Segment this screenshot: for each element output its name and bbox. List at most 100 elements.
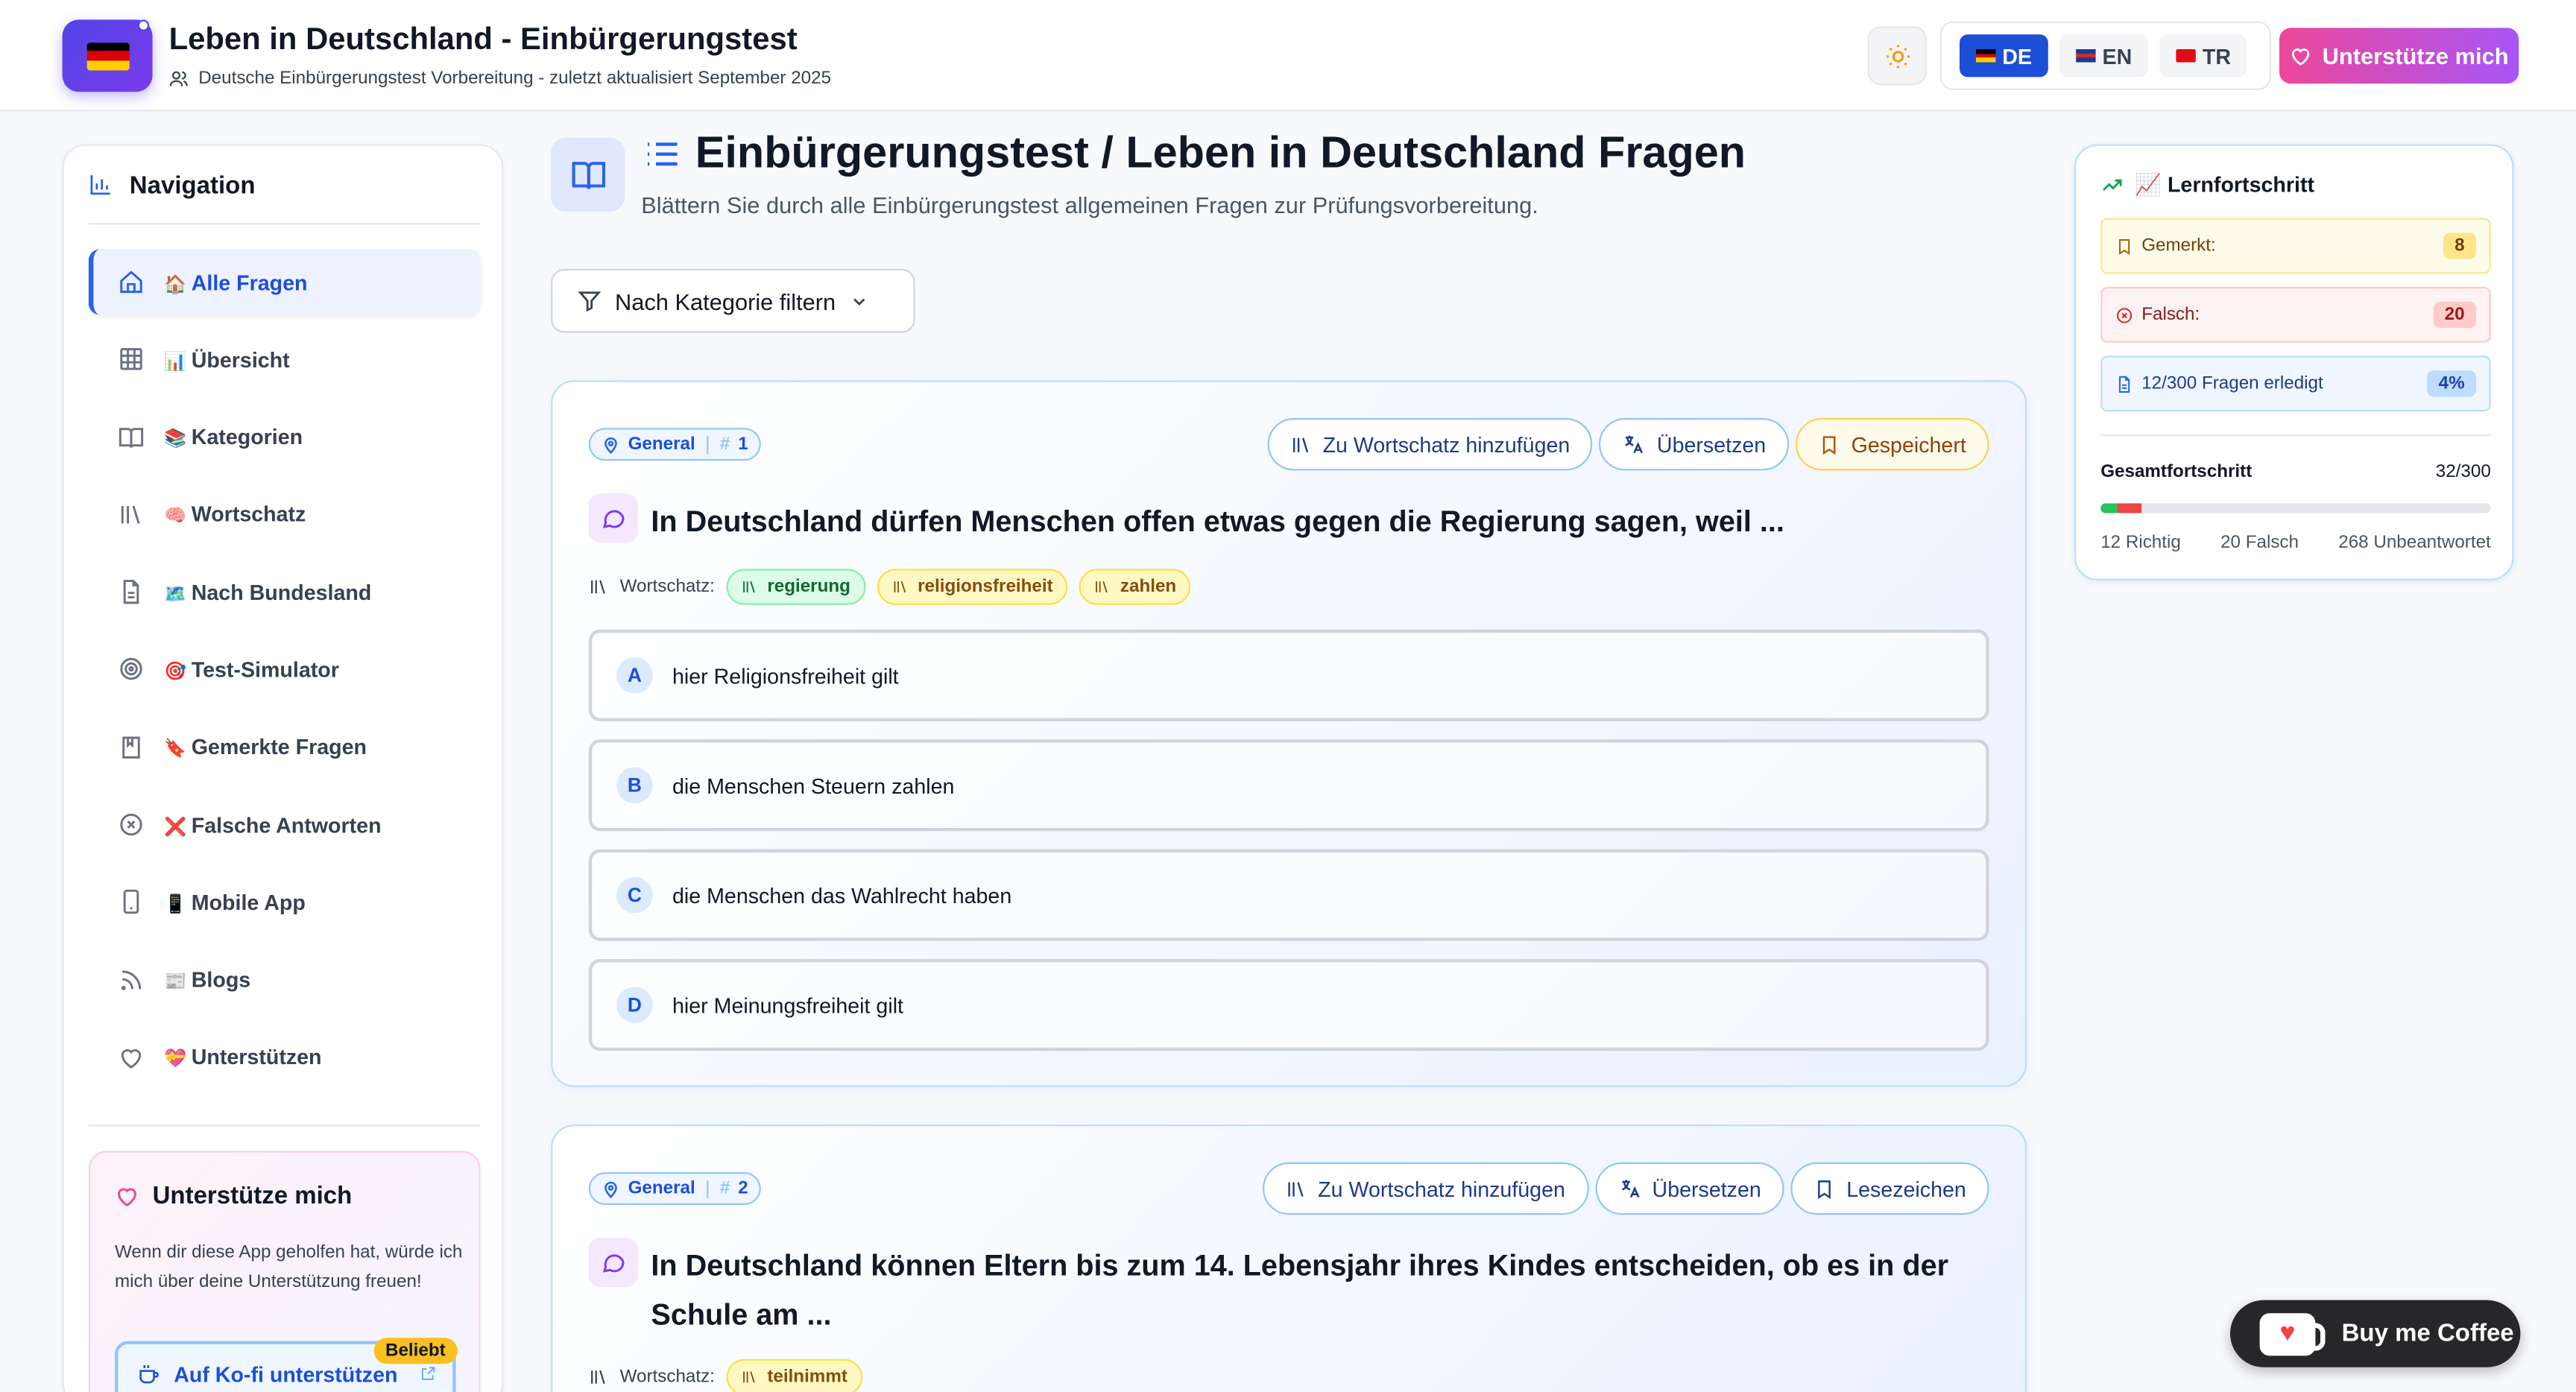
theme-toggle-button[interactable] <box>1867 26 1927 86</box>
translate-button[interactable]: Übersetzen <box>1599 418 1789 471</box>
bookmark-button[interactable]: Lesezeichen <box>1790 1162 1989 1215</box>
answer-option-a[interactable]: A hier Religionsfreiheit gilt <box>588 629 1989 721</box>
question-card: General # 1 Zu Wortschatz hinzufügen Übe… <box>551 380 2027 1087</box>
lang-button-de[interactable]: DE <box>1960 34 2048 77</box>
translate-label: Übersetzen <box>1656 431 1767 457</box>
sidebar-item-gemerkte-fragen[interactable]: 🔖 Gemerkte Fragen <box>89 715 481 780</box>
app-logo[interactable] <box>62 19 153 92</box>
lang-label: DE <box>2002 43 2032 69</box>
progress-divider <box>2100 434 2491 437</box>
rss-icon <box>118 967 144 993</box>
support-me-button[interactable]: Unterstütze mich <box>2279 28 2519 84</box>
bookmarked-stat[interactable]: Gemerkt: 8 <box>2100 218 2491 274</box>
bookmark-icon <box>1818 1180 1831 1198</box>
sidebar-item-emoji: 🧠 <box>164 507 187 528</box>
translate-icon <box>1626 435 1644 454</box>
progress-heading-text: 📈 Lernfortschritt <box>2135 172 2314 197</box>
add-to-vocabulary-button[interactable]: Zu Wortschatz hinzufügen <box>1266 418 1594 471</box>
saved-label: Gespeichert <box>1851 431 1966 457</box>
sidebar-item-emoji: 🏠 <box>164 274 187 294</box>
vocabulary-chip[interactable]: religionsfreiheit <box>877 569 1068 605</box>
wrong-count: 20 <box>2433 301 2476 328</box>
vocabulary-chip[interactable]: zahlen <box>1079 569 1192 605</box>
answer-option-c[interactable]: C die Menschen das Wahlrecht haben <box>588 849 1989 941</box>
app-subtitle-text: Deutsche Einbürgerungstest Vorbereitung … <box>198 69 832 89</box>
vocabulary-chip[interactable]: regierung <box>726 569 865 605</box>
sidebar-item-uebersicht[interactable]: 📊 Übersicht <box>89 326 481 392</box>
sidebar-item-emoji: 💝 <box>164 1050 187 1070</box>
sidebar-divider <box>88 1124 481 1127</box>
legend-unanswered: 268 Unbeantwortet <box>2338 533 2491 553</box>
support-card: Unterstütze mich Wenn dir diese App geho… <box>88 1151 481 1392</box>
uk-flag-icon <box>2076 49 2096 63</box>
add-to-vocabulary-button[interactable]: Zu Wortschatz hinzufügen <box>1262 1162 1588 1215</box>
bookmarked-label: Gemerkt: <box>2141 235 2216 256</box>
heart-icon <box>118 1044 144 1070</box>
translate-button[interactable]: Übersetzen <box>1594 1162 1784 1215</box>
wrong-stat[interactable]: Falsch: 20 <box>2100 287 2491 343</box>
page-title-text: Einbürgerungstest / Leben in Deutschland… <box>695 127 1746 177</box>
sidebar-item-unterstuetzen[interactable]: 💝 Unterstützen <box>89 1025 481 1090</box>
users-icon <box>169 71 188 86</box>
saved-bookmark-button[interactable]: Gespeichert <box>1795 418 1989 471</box>
vocabulary-chip[interactable]: teilnimmt <box>726 1358 862 1392</box>
sidebar-item-mobile-app[interactable]: 📱 Mobile App <box>89 870 481 935</box>
sidebar-item-emoji: 📱 <box>164 894 187 915</box>
sidebar-item-alle-fragen[interactable]: 🏠 Alle Fragen <box>88 249 481 315</box>
app-subtitle: Deutsche Einbürgerungstest Vorbereitung … <box>169 69 832 89</box>
answer-option-d[interactable]: D hier Meinungsfreiheit gilt <box>588 959 1989 1051</box>
done-stat[interactable]: 12/300 Fragen erledigt 4% <box>2100 355 2491 412</box>
vocabulary-word: zahlen <box>1120 577 1177 597</box>
lang-button-tr[interactable]: TR <box>2159 34 2248 77</box>
sidebar-item-falsche-antworten[interactable]: ❌ Falsche Antworten <box>89 792 481 858</box>
support-me-label: Unterstütze mich <box>2322 42 2509 69</box>
vocabulary-row: Wortschatz: regierung religionsfreiheit … <box>589 569 1192 605</box>
question-text: In Deutschland können Eltern bis zum 14.… <box>651 1249 1949 1332</box>
sidebar-item-blogs[interactable]: 📰 Blogs <box>89 947 481 1013</box>
sidebar-item-label: Wortschatz <box>191 502 306 528</box>
grid-icon <box>118 347 144 373</box>
lang-button-en[interactable]: EN <box>2059 34 2149 77</box>
sidebar-item-kategorien[interactable]: 📚 Kategorien <box>89 405 481 470</box>
navigation-heading-text: Navigation <box>129 172 256 200</box>
answer-option-b[interactable]: B die Menschen Steuern zahlen <box>588 739 1989 832</box>
answer-text: die Menschen Steuern zahlen <box>672 773 955 798</box>
overall-value: 32/300 <box>2435 462 2491 482</box>
sidebar-item-label: Alle Fragen <box>191 269 308 294</box>
nav-list: 🏠 Alle Fragen 📊 Übersicht 📚 Kategorien 🧠 Wor… <box>88 249 481 1102</box>
filter-icon <box>578 291 602 312</box>
done-percent: 4% <box>2427 370 2476 397</box>
sidebar-item-emoji: ❌ <box>164 817 187 838</box>
progress-legend: 12 Richtig 20 Falsch 268 Unbeantwortet <box>2100 533 2491 552</box>
x-circle-icon <box>2117 307 2133 323</box>
answer-text: die Menschen das Wahlrecht haben <box>672 882 1012 908</box>
bookmarked-count: 8 <box>2443 232 2476 259</box>
overall-progress-bar <box>2100 503 2491 513</box>
home-icon <box>118 269 144 295</box>
question-number: 1 <box>738 434 748 455</box>
german-flag-icon <box>86 42 129 70</box>
sidebar-item-emoji: 📚 <box>164 429 187 450</box>
sidebar-item-test-simulator[interactable]: 🎯 Test-Simulator <box>89 637 481 703</box>
sidebar-item-wortschatz[interactable]: 🧠 Wortschatz <box>89 482 481 548</box>
library-icon <box>742 1371 755 1383</box>
answer-text: hier Meinungsfreiheit gilt <box>672 993 903 1018</box>
popular-badge: Beliebt <box>373 1338 458 1364</box>
library-icon <box>1292 437 1308 452</box>
add-to-vocabulary-label: Zu Wortschatz hinzufügen <box>1322 431 1570 457</box>
question-badge: General # 1 <box>588 428 762 461</box>
sidebar-item-label: Falsche Antworten <box>191 812 382 838</box>
sun-icon <box>1885 44 1909 68</box>
lang-label: TR <box>2202 43 2232 69</box>
wrong-label: Falsch: <box>2141 305 2200 325</box>
sidebar-item-label: Übersicht <box>191 347 290 372</box>
list-icon <box>648 142 678 165</box>
buy-me-coffee-button[interactable]: ♥ Buy me Coffee <box>2230 1300 2521 1367</box>
question-text: In Deutschland dürfen Menschen offen etw… <box>651 504 1784 538</box>
sidebar-item-label: Gemerkte Fragen <box>191 735 367 760</box>
sidebar-item-nach-bundesland[interactable]: 🗺️ Nach Bundesland <box>89 560 481 625</box>
category-filter-dropdown[interactable]: Nach Kategorie filtern <box>551 268 915 333</box>
map-pin-icon <box>604 1180 617 1198</box>
support-card-text: Wenn dir diese App geholfen hat, würde i… <box>115 1242 463 1292</box>
legend-correct: 12 Richtig <box>2100 533 2181 553</box>
